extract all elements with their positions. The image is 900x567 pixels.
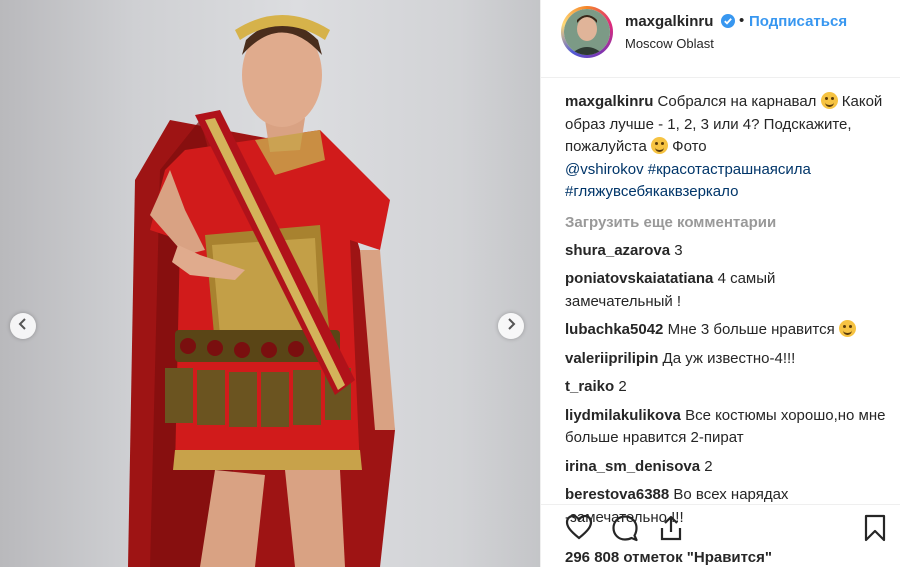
- comment-username[interactable]: lubachka5042: [565, 321, 663, 338]
- comment-username[interactable]: irina_sm_denisova: [565, 458, 700, 475]
- comment: liydmilakulikova Все костюмы хорошо,но м…: [565, 405, 887, 450]
- comments-section: maxgalkinru Собрался на карнавал Какой о…: [565, 91, 887, 535]
- comment-username[interactable]: t_raiko: [565, 378, 614, 395]
- comment-username[interactable]: poniatovskaiatatiana: [565, 270, 713, 287]
- avatar-image: [564, 9, 610, 55]
- smile-emoji-icon: [838, 320, 856, 337]
- post-caption: maxgalkinru Собрался на карнавал Какой о…: [565, 91, 887, 204]
- post-details-panel: maxgalkinru • Подписаться Moscow Oblast …: [540, 0, 900, 567]
- caption-mention[interactable]: @vshirokov: [565, 161, 644, 178]
- caption-text-1: Собрался на карнавал: [657, 93, 821, 110]
- avatar[interactable]: [561, 6, 613, 58]
- comment: lubachka5042 Мне 3 больше нравится: [565, 319, 887, 342]
- post-location[interactable]: Moscow Oblast: [625, 36, 714, 51]
- post-header: maxgalkinru • Подписаться Moscow Oblast: [541, 0, 900, 78]
- bookmark-icon[interactable]: [863, 514, 887, 547]
- comment-text: 2: [704, 457, 713, 475]
- heart-icon[interactable]: [565, 514, 593, 545]
- comment: shura_azarova 3: [565, 240, 887, 263]
- comment-text: Мне 3 больше нравится: [667, 321, 835, 338]
- comment-text: Да уж известно-4!!!: [662, 349, 796, 367]
- header-separator: •: [739, 12, 745, 29]
- follow-button[interactable]: Подписаться: [749, 13, 847, 30]
- previous-photo-button[interactable]: [10, 313, 36, 339]
- post-author-username[interactable]: maxgalkinru: [625, 13, 713, 30]
- comment-text: 3: [674, 241, 683, 259]
- caption-username[interactable]: maxgalkinru: [565, 93, 653, 110]
- chevron-right-icon: [505, 317, 517, 335]
- comment-username[interactable]: shura_azarova: [565, 242, 670, 259]
- next-photo-button[interactable]: [498, 313, 524, 339]
- laughing-emoji-icon: [820, 92, 838, 109]
- chevron-left-icon: [17, 317, 29, 335]
- share-icon[interactable]: [657, 514, 685, 547]
- post-photo[interactable]: [0, 0, 540, 567]
- likes-count[interactable]: 296 808 отметок "Нравится": [565, 549, 772, 566]
- comment-username[interactable]: berestova6388: [565, 486, 669, 503]
- comment-username[interactable]: liydmilakulikova: [565, 407, 681, 424]
- photo-illustration: [128, 15, 395, 567]
- caption-hashtag[interactable]: #красотастрашнаясила: [648, 161, 811, 178]
- comment: poniatovskaiatatiana 4 самый замечательн…: [565, 268, 887, 313]
- comment: t_raiko 2: [565, 376, 887, 399]
- comment: irina_sm_denisova 2: [565, 456, 887, 479]
- comment-username[interactable]: valeriiprilipin: [565, 350, 658, 367]
- verified-badge-icon: [721, 14, 735, 33]
- smile-emoji-icon: [651, 137, 669, 154]
- comment-text: 2: [618, 378, 627, 395]
- comment: valeriiprilipin Да уж известно-4!!!: [565, 348, 887, 371]
- caption-hashtag[interactable]: #гляжувсебякаквзеркало: [565, 183, 738, 200]
- post-actions-bar: 296 808 отметок "Нравится": [541, 504, 900, 567]
- load-more-comments-button[interactable]: Загрузить еще комментарии: [565, 212, 887, 234]
- comment-icon[interactable]: [611, 514, 639, 547]
- caption-text-3: Фото: [668, 138, 707, 155]
